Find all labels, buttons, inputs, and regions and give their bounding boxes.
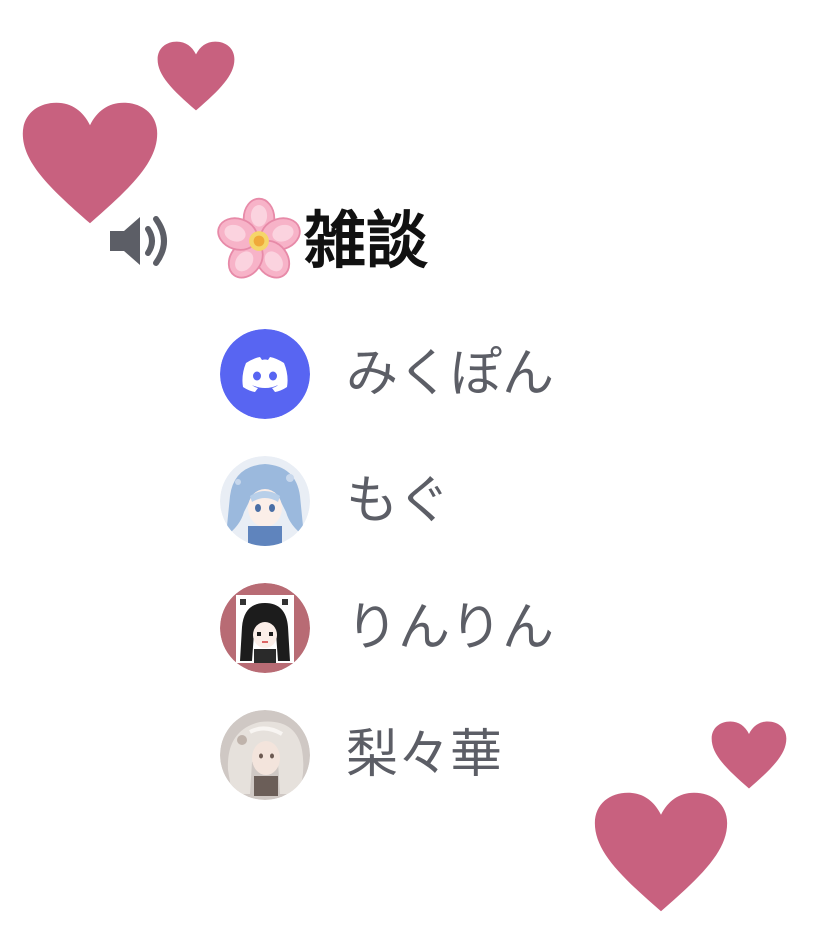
heart-decoration-icon <box>156 40 236 112</box>
member-name: みくぽん <box>346 344 555 404</box>
channel-name: 雑談 <box>304 204 429 277</box>
avatar <box>220 456 310 546</box>
voice-member[interactable]: もぐ <box>220 456 780 546</box>
avatar <box>220 583 310 673</box>
voice-member[interactable]: 梨々華 <box>220 710 780 800</box>
discord-logo-icon <box>242 357 288 392</box>
member-name: 梨々華 <box>346 725 503 785</box>
voice-channel[interactable]: 雑談 <box>104 196 428 286</box>
speaker-icon <box>104 206 176 276</box>
cherry-blossom-icon <box>214 196 304 286</box>
member-name: もぐ <box>346 471 451 531</box>
voice-member-list: みくぽん もぐ りんりん 梨々華 <box>220 329 780 838</box>
avatar <box>220 329 310 419</box>
member-name: りんりん <box>346 598 555 658</box>
avatar <box>220 710 310 800</box>
voice-member[interactable]: りんりん <box>220 583 780 673</box>
voice-member[interactable]: みくぽん <box>220 329 780 419</box>
